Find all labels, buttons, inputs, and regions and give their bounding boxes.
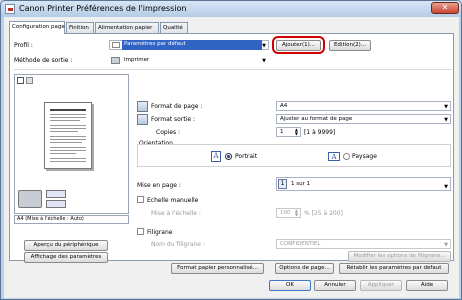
watermark-value: CONFIDENTIEL xyxy=(280,241,321,247)
dialog-client-area: Configuration page Finition Alimentation… xyxy=(4,17,459,298)
page-setup-panel: Profil : Paramètres par défaut ▼ Ajouter… xyxy=(9,33,454,263)
output-format-label: Format sortie : xyxy=(151,116,195,123)
watermark-options-button[interactable]: Modifier les options de filigrane... xyxy=(348,251,451,262)
watermark-checkbox[interactable] xyxy=(137,228,144,235)
page-layout-value: 1 sur 1 xyxy=(291,181,311,187)
show-settings-button[interactable]: Affichage des paramètres xyxy=(24,252,108,263)
orientation-group xyxy=(137,144,451,167)
landscape-label: Paysage xyxy=(352,153,377,160)
page-layout-select[interactable]: 1 1 sur 1 ▼ xyxy=(276,177,451,191)
watermark-select[interactable]: CONFIDENTIEL ▼ xyxy=(276,239,451,249)
cancel-button[interactable]: Annuler xyxy=(314,280,356,291)
edit-profile-button[interactable]: Edition(2)... xyxy=(329,40,371,51)
page-layout-label: Mise en page : xyxy=(137,182,181,189)
output-method-select[interactable]: Imprimer ▼ xyxy=(109,55,269,65)
preview-caption: A4 (Mise à l'échelle : Auto) xyxy=(14,215,129,224)
preview-pane xyxy=(14,74,129,214)
page-format-value: A4 xyxy=(280,103,288,109)
printer-preferences-window: Canon Printer Préférences de l'impressio… xyxy=(0,0,462,300)
page-format-label: Format de page : xyxy=(151,103,203,110)
output-method-label: Méthode de sortie : xyxy=(14,57,73,64)
copies-range: [1 à 9999] xyxy=(304,129,336,136)
watermark-label: Filigrane xyxy=(147,229,173,236)
help-button[interactable]: Aide xyxy=(406,280,448,291)
manual-scaling-checkbox[interactable] xyxy=(137,196,144,203)
profile-select[interactable]: Paramètres par défaut ▼ xyxy=(109,40,269,50)
landscape-radio[interactable] xyxy=(343,153,350,160)
manual-scaling-label: Echelle manuelle xyxy=(147,197,199,204)
tab-quality[interactable]: Qualité xyxy=(160,22,188,33)
profile-selected-value: Paramètres par défaut xyxy=(122,40,262,50)
chevron-down-icon: ▼ xyxy=(262,43,266,49)
landscape-icon: A xyxy=(328,152,340,161)
duplex-icon xyxy=(46,200,66,208)
tab-paper-source[interactable]: Alimentation papier xyxy=(95,22,159,33)
printer-app-icon xyxy=(5,4,15,14)
spinner-icon[interactable]: ▲ ▼ xyxy=(295,128,298,136)
window-title: Canon Printer Préférences de l'impressio… xyxy=(19,4,187,13)
copies-label: Copies : xyxy=(156,129,181,136)
output-format-select[interactable]: Ajuster au format de page ▼ xyxy=(276,114,451,124)
ok-button[interactable]: OK xyxy=(269,280,311,291)
preview-view-icon[interactable] xyxy=(17,77,24,84)
chevron-down-icon: ▼ xyxy=(444,117,448,123)
highlight-ring xyxy=(272,36,325,54)
profile-label: Profil : xyxy=(14,42,33,49)
printer-icon xyxy=(111,57,120,64)
tab-finishing[interactable]: Finition xyxy=(66,22,94,33)
chevron-down-icon: ▼ xyxy=(444,242,448,248)
page-format-select[interactable]: A4 ▼ xyxy=(276,101,451,111)
printer-device-icon xyxy=(18,190,42,208)
preview-device-button[interactable]: Aperçu du périphérique xyxy=(24,240,108,251)
profile-icon xyxy=(112,42,120,48)
chevron-down-icon: ▼ xyxy=(444,104,448,110)
chevron-down-icon: ▼ xyxy=(262,58,266,64)
scale-value: 100 xyxy=(280,210,291,216)
output-format-value: Ajuster au format de page xyxy=(280,116,353,122)
watermark-name-label: Nom du filigrane : xyxy=(151,241,205,248)
copies-input[interactable]: 1 ▲ ▼ xyxy=(276,127,301,137)
restore-defaults-button[interactable]: Rétablir les paramètres par défaut xyxy=(339,263,449,274)
apply-button[interactable]: Appliquer xyxy=(360,280,402,291)
close-button[interactable]: ✕ xyxy=(431,2,459,14)
staple-icon xyxy=(46,190,66,198)
output-method-value: Imprimer xyxy=(124,57,150,63)
spinner-icon[interactable]: ▲ ▼ xyxy=(295,209,298,217)
scale-range: % [25 à 200] xyxy=(304,210,343,217)
scale-input[interactable]: 100 ▲ ▼ xyxy=(276,208,301,218)
custom-paper-button[interactable]: Format papier personnalisé... xyxy=(171,263,264,274)
divider xyxy=(14,69,452,70)
portrait-icon: A xyxy=(211,151,221,162)
preview-layout-icon[interactable] xyxy=(26,77,33,84)
tab-page-setup[interactable]: Configuration page xyxy=(9,21,65,34)
page-preview-image xyxy=(44,102,92,169)
layout-icon: 1 xyxy=(278,179,287,189)
chevron-down-icon: ▼ xyxy=(444,184,448,190)
page-format-icon xyxy=(137,101,148,112)
title-bar[interactable]: Canon Printer Préférences de l'impressio… xyxy=(1,1,461,17)
output-format-icon xyxy=(137,114,148,125)
copies-value: 1 xyxy=(280,129,284,135)
portrait-radio[interactable] xyxy=(225,153,232,160)
portrait-label: Portrait xyxy=(235,153,258,160)
page-options-button[interactable]: Options de page... xyxy=(275,263,334,274)
scale-label: Mise à l'échelle : xyxy=(151,210,201,217)
